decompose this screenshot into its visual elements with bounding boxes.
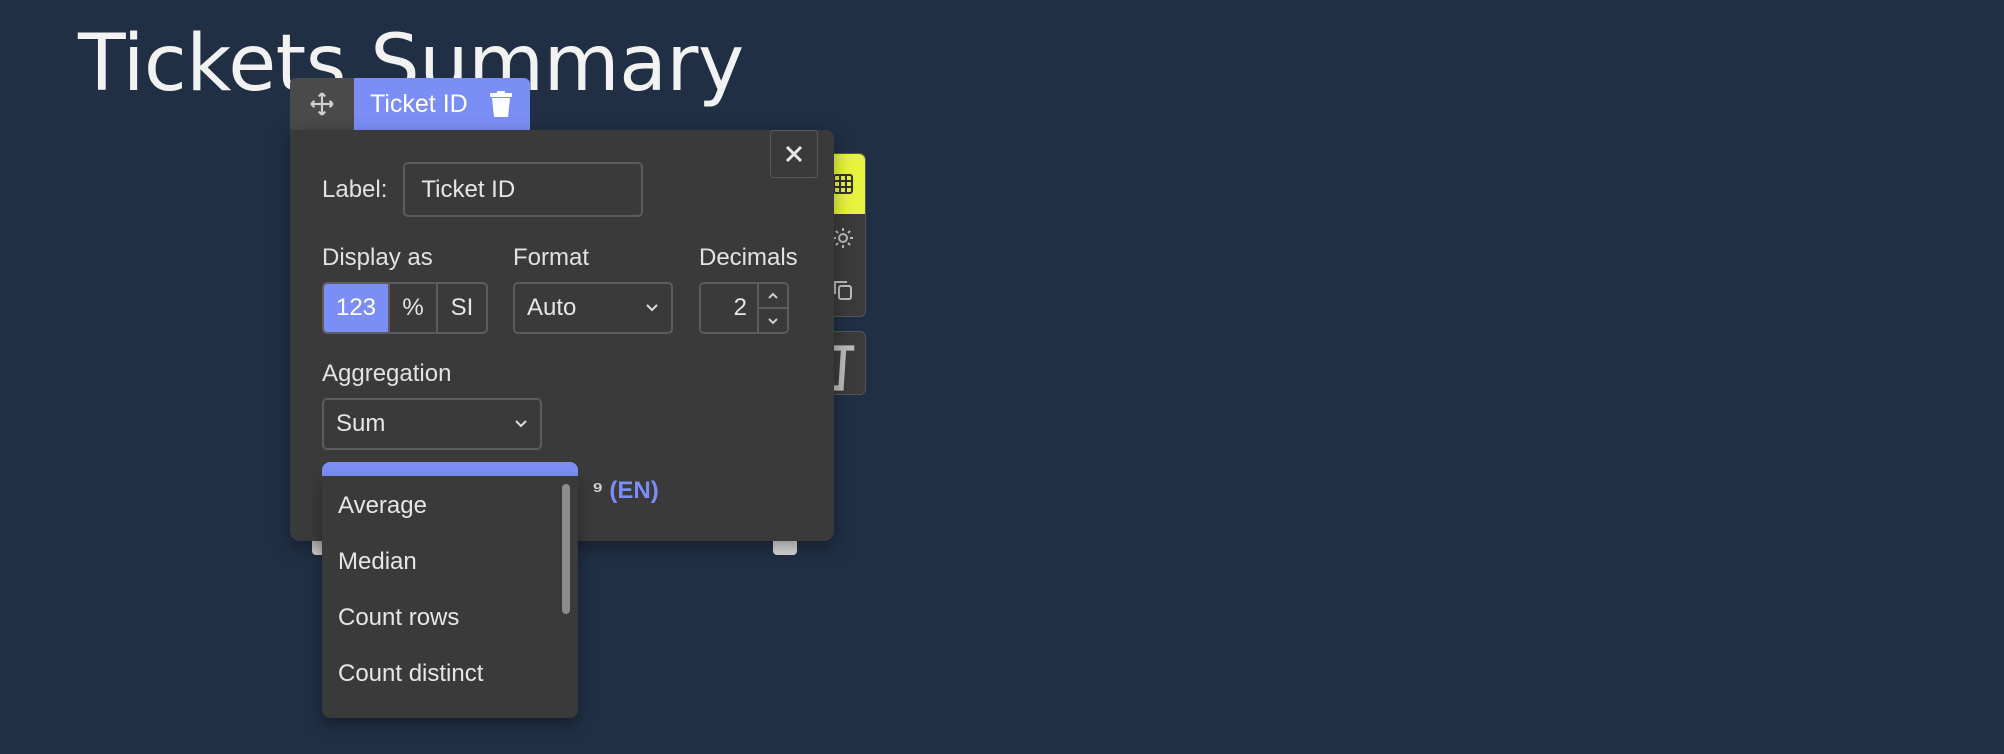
aggregation-caption: Aggregation [322,360,452,387]
decimals-value: 2 [733,294,747,321]
gear-icon[interactable] [831,226,855,250]
close-icon [785,145,803,163]
label-caption: Label: [322,175,388,203]
dropdown-item-average[interactable]: Average [338,492,427,520]
display-si-option[interactable]: SI [438,284,486,332]
chevron-down-icon [515,420,527,428]
move-icon [310,92,334,116]
locale-indicator[interactable]: ⁹ (EN) [592,477,659,505]
format-select[interactable]: Auto [513,282,673,334]
locale-value: (EN) [609,477,659,504]
aggregation-value: Sum [336,410,386,437]
dropdown-scrollbar[interactable] [562,484,570,614]
chevron-up-icon [768,292,778,299]
chevron-down-icon [646,304,658,312]
close-button[interactable] [770,130,818,178]
display-percent-option[interactable]: % [390,284,438,332]
chevron-down-icon [768,317,778,324]
field-name: Ticket ID [370,89,468,118]
display-as-caption: Display as [322,244,433,271]
aggregation-dropdown: Average Median Count rows Count distinct [322,476,578,718]
decimals-stepper[interactable]: 2 [699,282,789,334]
table-icon [833,174,853,194]
decrement-button[interactable] [759,309,787,332]
dropdown-item-median[interactable]: Median [338,548,417,576]
decimals-caption: Decimals [699,244,798,271]
format-value: Auto [527,294,577,321]
display-number-option[interactable]: 123 [324,284,390,332]
info-icon: ⁹ [592,477,604,504]
label-input[interactable] [403,162,644,217]
field-tab: Ticket ID [290,78,530,130]
resize-nub-right [773,541,797,555]
display-as-toggle: 123 % SI [322,282,488,334]
field-tab-label[interactable]: Ticket ID [354,78,530,130]
dropdown-item-count-rows[interactable]: Count rows [338,604,459,632]
copy-icon[interactable] [831,278,855,302]
format-caption: Format [513,244,590,271]
move-handle[interactable] [290,78,354,130]
aggregation-select[interactable]: Sum [322,398,542,450]
trash-icon[interactable] [489,91,512,117]
label-row: Label: [322,162,644,217]
dropdown-item-count-distinct[interactable]: Count distinct [338,660,483,688]
increment-button[interactable] [759,284,787,309]
